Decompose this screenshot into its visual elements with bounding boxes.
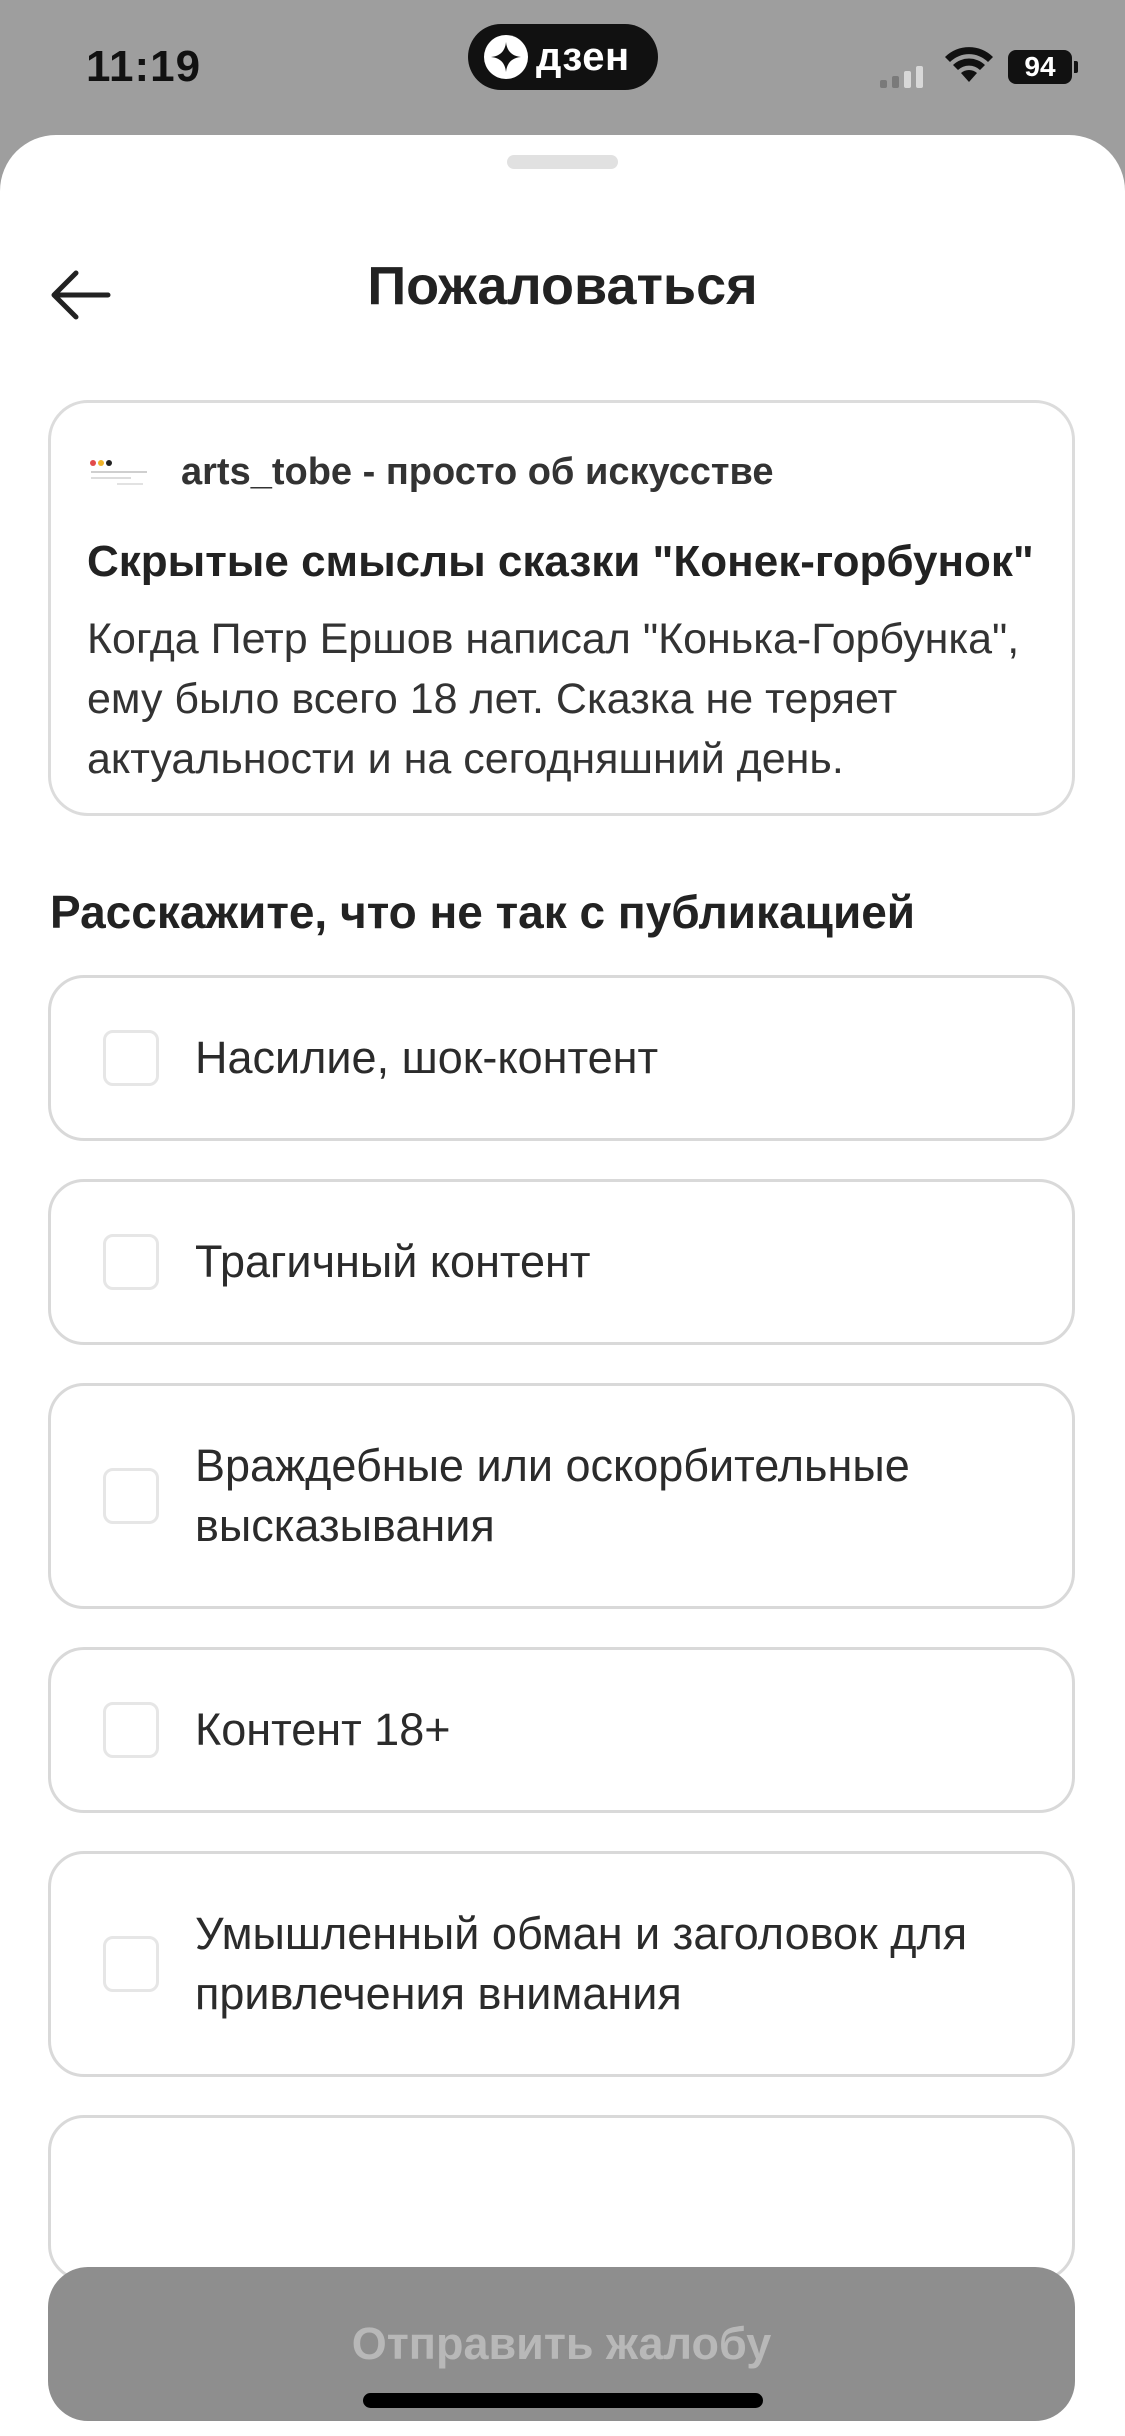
checkbox[interactable] (103, 1936, 159, 1992)
reason-option-label: Трагичный контент (195, 1236, 591, 1287)
battery-level: 94 (1008, 50, 1072, 84)
reason-option-clickbait[interactable]: Умышленный обман и заголовок для привлеч… (48, 1851, 1075, 2077)
status-time: 11:19 (86, 42, 202, 91)
cellular-signal-icon (880, 66, 923, 88)
article-excerpt: Когда Петр Ершов написал "Конька-Горбунк… (87, 615, 1020, 783)
reason-option-partial[interactable] (48, 2115, 1075, 2281)
home-indicator (363, 2393, 763, 2408)
checkbox[interactable] (103, 1702, 159, 1758)
dzen-star-icon (484, 35, 528, 79)
reason-option-adult[interactable]: Контент 18+ (48, 1647, 1075, 1813)
reason-option-label: Насилие, шок-контент (195, 1032, 659, 1083)
channel-row: arts_tobe - просто об искусстве (87, 451, 774, 494)
checkbox[interactable] (103, 1030, 159, 1086)
complaint-sheet: Пожаловаться arts_tobe - просто об искус… (0, 135, 1125, 2436)
page-title: Пожаловаться (367, 256, 758, 316)
channel-name: arts_tobe - просто об искусстве (181, 451, 774, 493)
dzen-brand-text: дзен (536, 34, 630, 79)
back-button[interactable] (30, 245, 130, 345)
arrow-left-icon (51, 270, 111, 320)
reasons-heading: Расскажите, что не так с публикацией (50, 886, 916, 938)
sheet-grabber[interactable] (507, 155, 618, 169)
wifi-icon (944, 46, 994, 89)
reason-option-violence[interactable]: Насилие, шок-контент (48, 975, 1075, 1141)
reason-option-tragic[interactable]: Трагичный контент (48, 1179, 1075, 1345)
checkbox[interactable] (103, 1468, 159, 1524)
article-preview-card[interactable]: arts_tobe - просто об искусстве Скрытые … (48, 400, 1075, 816)
reason-option-label: Умышленный обман и заголовок для привлеч… (195, 1908, 968, 2019)
reason-option-hostile[interactable]: Враждебные или оскорбительные высказыван… (48, 1383, 1075, 1609)
dzen-brand-pill: дзен (468, 24, 658, 90)
reason-option-label: Контент 18+ (195, 1704, 451, 1755)
channel-logo-icon (87, 453, 151, 493)
reason-option-label: Враждебные или оскорбительные высказыван… (195, 1440, 910, 1551)
article-title: Скрытые смыслы сказки "Конек-горбунок" (87, 537, 1034, 586)
checkbox[interactable] (103, 1234, 159, 1290)
status-bar: 11:19 дзен 94 (0, 0, 1125, 130)
battery-icon: 94 (1008, 50, 1078, 84)
